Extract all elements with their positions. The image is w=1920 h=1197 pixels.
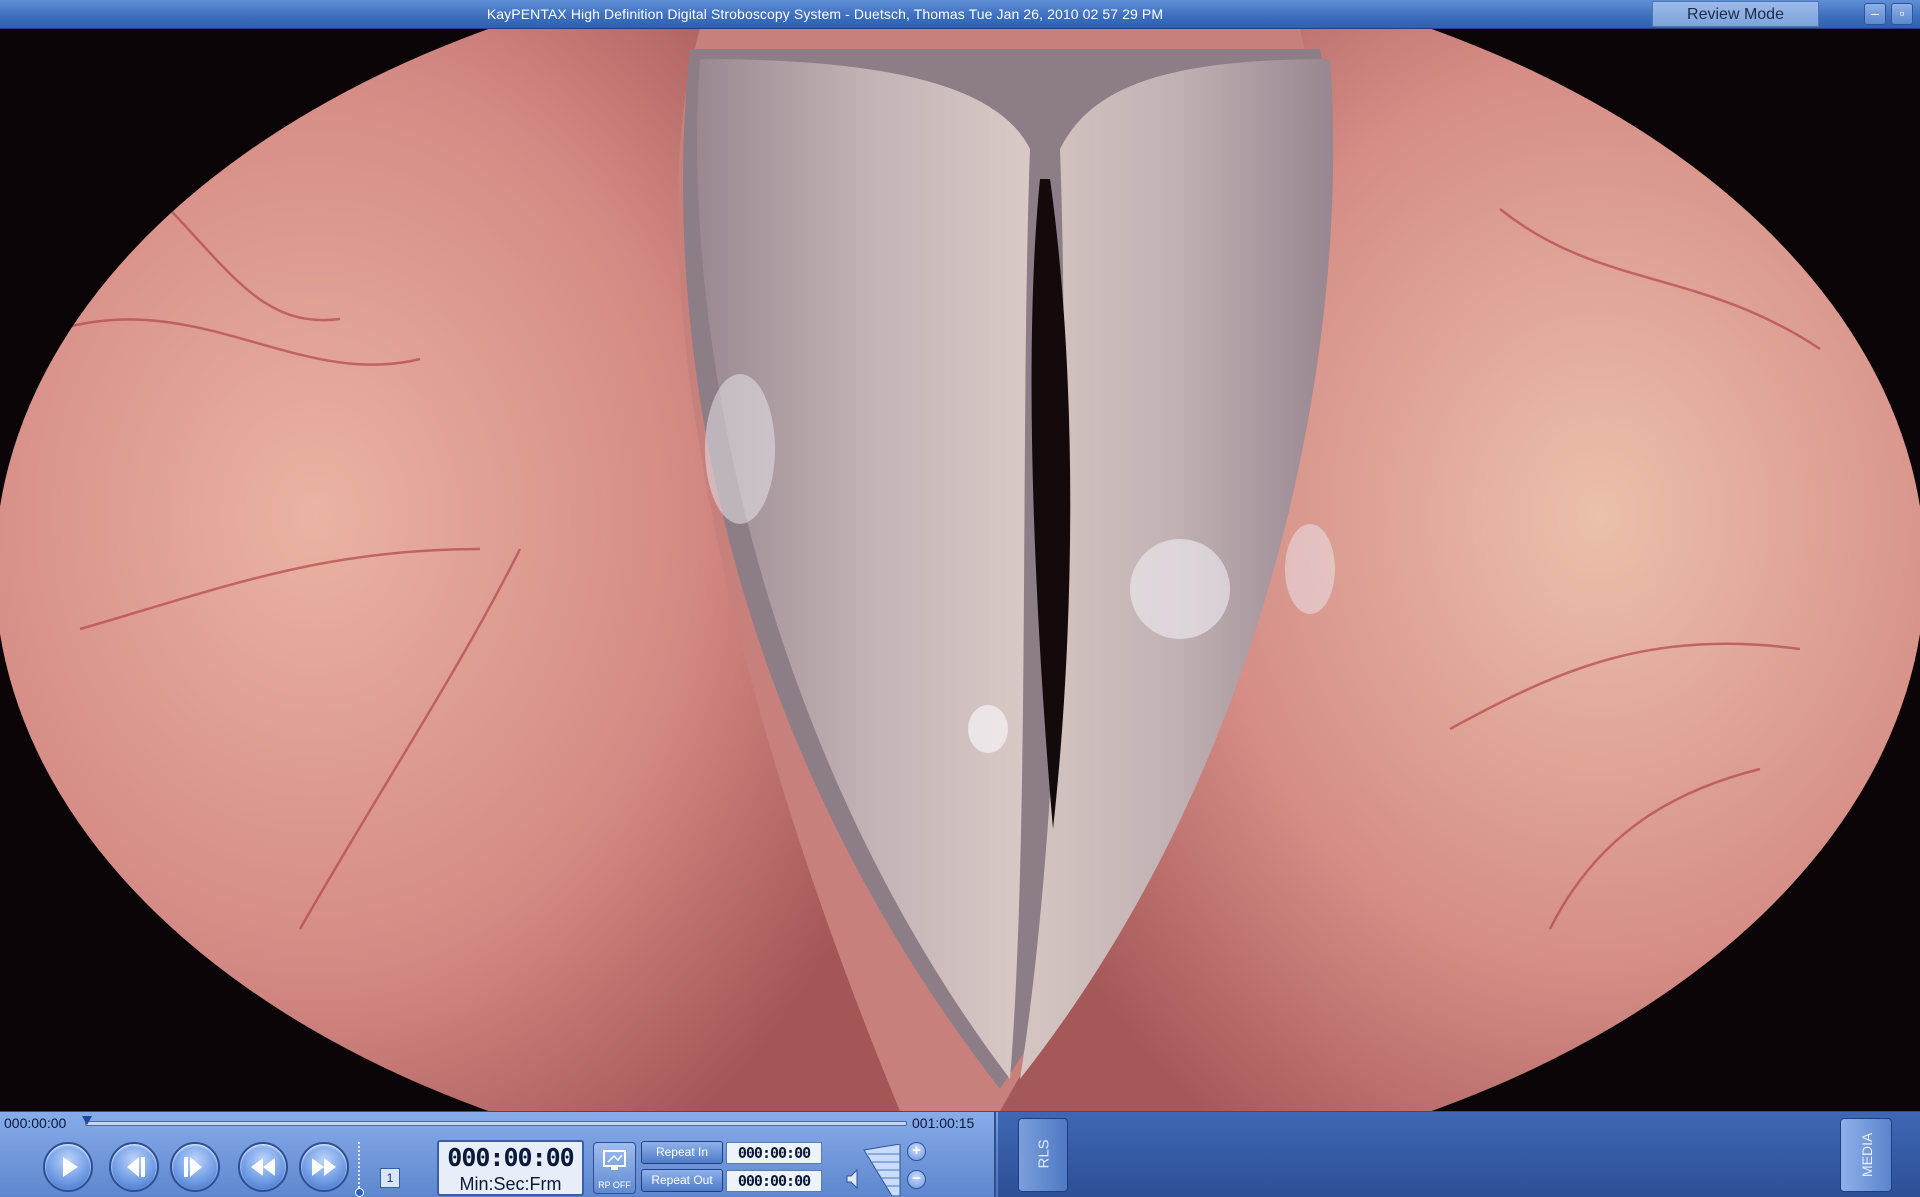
speed-slider[interactable] [358, 1142, 364, 1192]
side-panel: RLS MEDIA [998, 1112, 1920, 1197]
step-back-icon [127, 1157, 145, 1177]
larynx-image [0, 29, 1920, 1111]
fast-forward-icon [312, 1158, 336, 1176]
speaker-icon[interactable] [846, 1168, 862, 1190]
rewind-button[interactable] [238, 1142, 288, 1192]
maximize-button[interactable]: ▫ [1891, 3, 1913, 25]
volume-down-button[interactable]: − [907, 1170, 926, 1189]
volume-meter[interactable] [862, 1144, 902, 1196]
repeat-out-time: 000:00:00 [726, 1170, 822, 1192]
volume-up-button[interactable]: + [907, 1142, 926, 1161]
repeat-in-button[interactable]: Repeat In [641, 1141, 723, 1164]
video-frame [0, 29, 1920, 1111]
fast-forward-button[interactable] [299, 1142, 349, 1192]
frame-counter: 000:00:00 Min:Sec:Frm [437, 1140, 584, 1196]
seek-thumb[interactable] [82, 1116, 92, 1125]
rls-button[interactable]: RLS [1018, 1118, 1068, 1192]
step-forward-icon [184, 1157, 202, 1177]
play-button[interactable] [43, 1142, 93, 1192]
control-panel: 000:00:00 001:00:15 1 000:00:00 Min:Sec:… [0, 1111, 1920, 1197]
seek-bar[interactable] [85, 1121, 907, 1126]
window-title: KayPENTAX High Definition Digital Strobo… [486, 6, 1164, 22]
review-mode-label[interactable]: Review Mode [1652, 1, 1819, 27]
media-button[interactable]: MEDIA [1840, 1118, 1892, 1192]
rewind-icon [251, 1158, 275, 1176]
step-forward-button[interactable] [170, 1142, 220, 1192]
repeat-in-time: 000:00:00 [726, 1142, 822, 1164]
repeat-out-button[interactable]: Repeat Out [641, 1169, 723, 1192]
rp-off-label: RP OFF [598, 1180, 631, 1190]
media-label: MEDIA [1859, 1132, 1875, 1177]
monitor-icon [603, 1150, 626, 1170]
playback-controls: 000:00:00 001:00:15 1 000:00:00 Min:Sec:… [0, 1112, 996, 1197]
time-end-label: 001:00:15 [912, 1115, 975, 1131]
step-back-button[interactable] [109, 1142, 159, 1192]
title-bar: KayPENTAX High Definition Digital Strobo… [0, 0, 1920, 29]
counter-label: Min:Sec:Frm [459, 1174, 562, 1194]
speed-slider-thumb[interactable] [355, 1188, 364, 1197]
minimize-button[interactable]: – [1864, 3, 1886, 25]
speed-level: 1 [380, 1168, 400, 1188]
counter-value: 000:00:00 [447, 1143, 574, 1172]
rls-label: RLS [1035, 1139, 1053, 1169]
rp-off-button[interactable]: RP OFF [593, 1142, 636, 1194]
play-icon [63, 1157, 78, 1177]
time-start-label: 000:00:00 [4, 1115, 67, 1131]
